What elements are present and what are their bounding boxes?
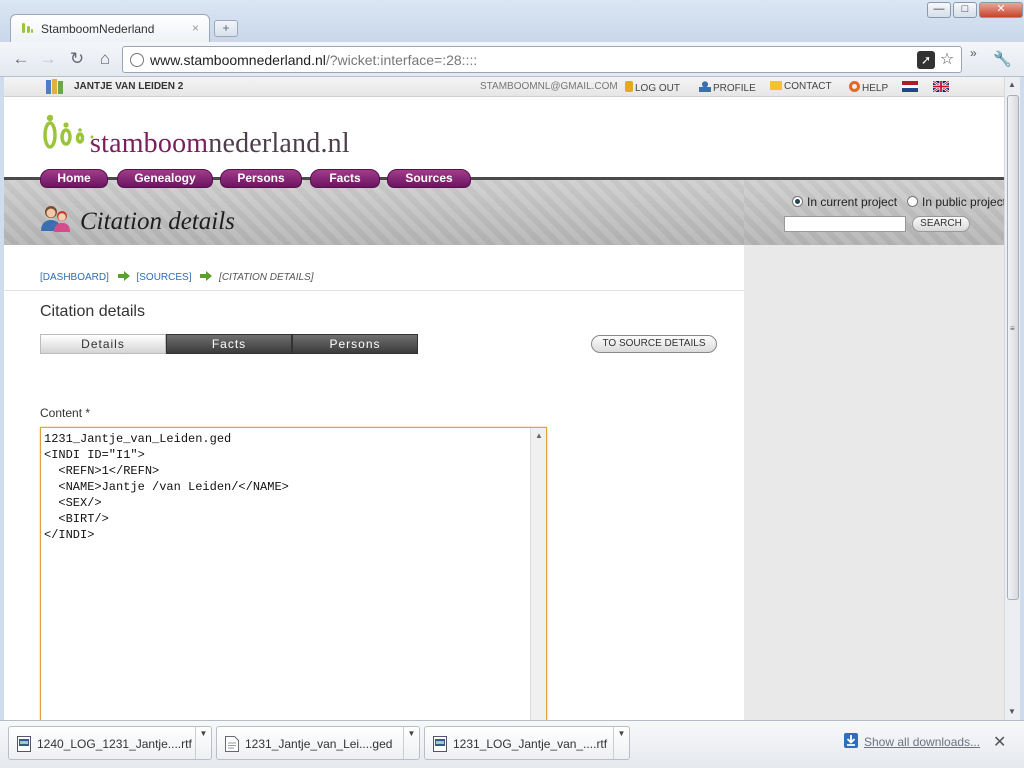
help-link[interactable]: HELP — [849, 81, 888, 94]
browser-toolbar: ← → ↻ ⌂ www.stamboomnederland.nl/?wicket… — [0, 42, 1024, 77]
radio-public-project[interactable] — [907, 196, 918, 207]
search-panel: In current project In public project SEA… — [744, 177, 1004, 245]
content-label: Content * — [40, 406, 91, 420]
search-button[interactable]: SEARCH — [912, 216, 970, 232]
show-all-downloads-link[interactable]: Show all downloads... — [864, 735, 980, 749]
forward-icon[interactable]: → — [37, 49, 59, 69]
uk-flag-icon[interactable] — [933, 81, 949, 92]
right-sidebar — [744, 245, 1004, 720]
tab-close-icon[interactable]: × — [192, 21, 199, 35]
tab-persons[interactable]: Persons — [292, 334, 418, 354]
account-bar: JANTJE VAN LEIDEN 2 STAMBOOMNL@GMAIL.COM… — [4, 77, 1004, 97]
envelope-icon — [770, 81, 782, 90]
home-icon[interactable]: ⌂ — [94, 49, 116, 69]
arrow-right-icon — [117, 271, 130, 281]
download-name: 1231_LOG_Jantje_van_....rtf — [453, 737, 608, 751]
browser-tab[interactable]: StamboomNederland × — [10, 14, 210, 42]
page-action-icon[interactable]: ➚ — [917, 51, 935, 69]
nav-genealogy[interactable]: Genealogy — [117, 169, 213, 188]
globe-icon — [130, 53, 144, 67]
scroll-up-icon[interactable]: ▲ — [1008, 80, 1016, 89]
scroll-up-icon[interactable]: ▲ — [535, 431, 543, 440]
logo[interactable]: stamboomnederland.nl — [4, 97, 1004, 177]
download-name: 1240_LOG_1231_Jantje....rtf — [37, 737, 192, 751]
download-shelf: 1240_LOG_1231_Jantje....rtf ▼ 1231_Jantj… — [0, 720, 1024, 768]
download-menu-chevron-icon[interactable]: ▼ — [195, 727, 211, 759]
tab-facts[interactable]: Facts — [166, 334, 292, 354]
textarea-scrollbar[interactable]: ▲ — [530, 428, 546, 720]
download-item[interactable]: 1240_LOG_1231_Jantje....rtf ▼ — [8, 726, 212, 760]
contact-link[interactable]: CONTACT — [770, 81, 832, 92]
radio-current-project[interactable] — [792, 196, 803, 207]
wrench-icon[interactable]: 🔧 — [993, 50, 1012, 68]
dutch-flag-icon[interactable] — [902, 81, 918, 92]
ged-file-icon — [225, 736, 239, 752]
people-icon — [41, 206, 70, 232]
extensions-chevron-icon[interactable]: » — [970, 46, 977, 60]
account-email: STAMBOOMNL@GMAIL.COM — [480, 81, 618, 92]
scrollbar-thumb[interactable]: ≡ — [1007, 95, 1019, 600]
close-shelf-icon[interactable]: ✕ — [993, 732, 1006, 752]
breadcrumb-sources[interactable]: [SOURCES] — [136, 272, 191, 283]
section-title: Citation details — [40, 303, 145, 320]
arrow-right-icon — [200, 271, 213, 281]
content-text[interactable]: 1231_Jantje_van_Leiden.ged <INDI ID="I1"… — [44, 431, 289, 543]
star-icon[interactable]: ☆ — [938, 51, 956, 69]
page-title: Citation details — [80, 208, 235, 235]
browser-titlebar: StamboomNederland × + — □ ✕ — [0, 0, 1024, 42]
logo-text: stamboomnederland.nl — [90, 128, 350, 159]
nav-home[interactable]: Home — [40, 169, 108, 188]
download-item[interactable]: 1231_LOG_Jantje_van_....rtf ▼ — [424, 726, 630, 760]
page-scrollbar[interactable]: ▲ ≡ ▼ — [1004, 77, 1020, 720]
nav-persons[interactable]: Persons — [220, 169, 302, 188]
lock-icon — [625, 81, 633, 92]
profile-link[interactable]: PROFILE — [699, 81, 756, 94]
reload-icon[interactable]: ↻ — [66, 49, 88, 69]
back-icon[interactable]: ← — [10, 49, 32, 69]
breadcrumb: [DASHBOARD] [SOURCES] [CITATION DETAILS] — [40, 271, 314, 283]
tab-details[interactable]: Details — [40, 334, 166, 354]
project-icon — [46, 79, 63, 94]
window-border — [1020, 77, 1024, 720]
breadcrumb-current: [CITATION DETAILS] — [219, 272, 314, 283]
radio-current-project-label[interactable]: In current project — [807, 195, 897, 209]
new-tab-button[interactable]: + — [214, 20, 238, 37]
tab-title: StamboomNederland — [41, 22, 155, 36]
content-textarea[interactable]: 1231_Jantje_van_Leiden.ged <INDI ID="I1"… — [40, 427, 547, 720]
rtf-file-icon — [433, 736, 447, 752]
address-bar[interactable]: www.stamboomnederland.nl/?wicket:interfa… — [122, 46, 962, 73]
lifebuoy-icon — [849, 81, 860, 92]
close-window-button[interactable]: ✕ — [979, 2, 1023, 18]
download-name: 1231_Jantje_van_Lei....ged — [245, 737, 393, 751]
site-favicon-icon — [22, 23, 33, 33]
divider — [4, 290, 744, 291]
logout-link[interactable]: LOG OUT — [625, 81, 680, 94]
minimize-button[interactable]: — — [927, 2, 951, 18]
radio-public-project-label[interactable]: In public project — [922, 195, 1004, 209]
nav-sources[interactable]: Sources — [387, 169, 471, 188]
detail-tabs: Details Facts Persons — [40, 334, 418, 354]
maximize-button[interactable]: □ — [953, 2, 977, 18]
downloads-icon — [844, 733, 858, 748]
web-page: JANTJE VAN LEIDEN 2 STAMBOOMNL@GMAIL.COM… — [4, 77, 1004, 720]
search-input[interactable] — [784, 216, 906, 232]
project-name[interactable]: JANTJE VAN LEIDEN 2 — [74, 81, 183, 92]
scroll-down-icon[interactable]: ▼ — [1008, 707, 1016, 716]
user-icon — [699, 81, 711, 92]
to-source-details-button[interactable]: TO SOURCE DETAILS — [591, 335, 717, 353]
rtf-file-icon — [17, 736, 31, 752]
breadcrumb-dashboard[interactable]: [DASHBOARD] — [40, 272, 109, 283]
download-menu-chevron-icon[interactable]: ▼ — [403, 727, 419, 759]
grip-icon: ≡ — [1010, 324, 1015, 333]
url-text: www.stamboomnederland.nl/?wicket:interfa… — [150, 52, 478, 68]
download-menu-chevron-icon[interactable]: ▼ — [613, 727, 629, 759]
download-item[interactable]: 1231_Jantje_van_Lei....ged ▼ — [216, 726, 420, 760]
nav-facts[interactable]: Facts — [310, 169, 380, 188]
